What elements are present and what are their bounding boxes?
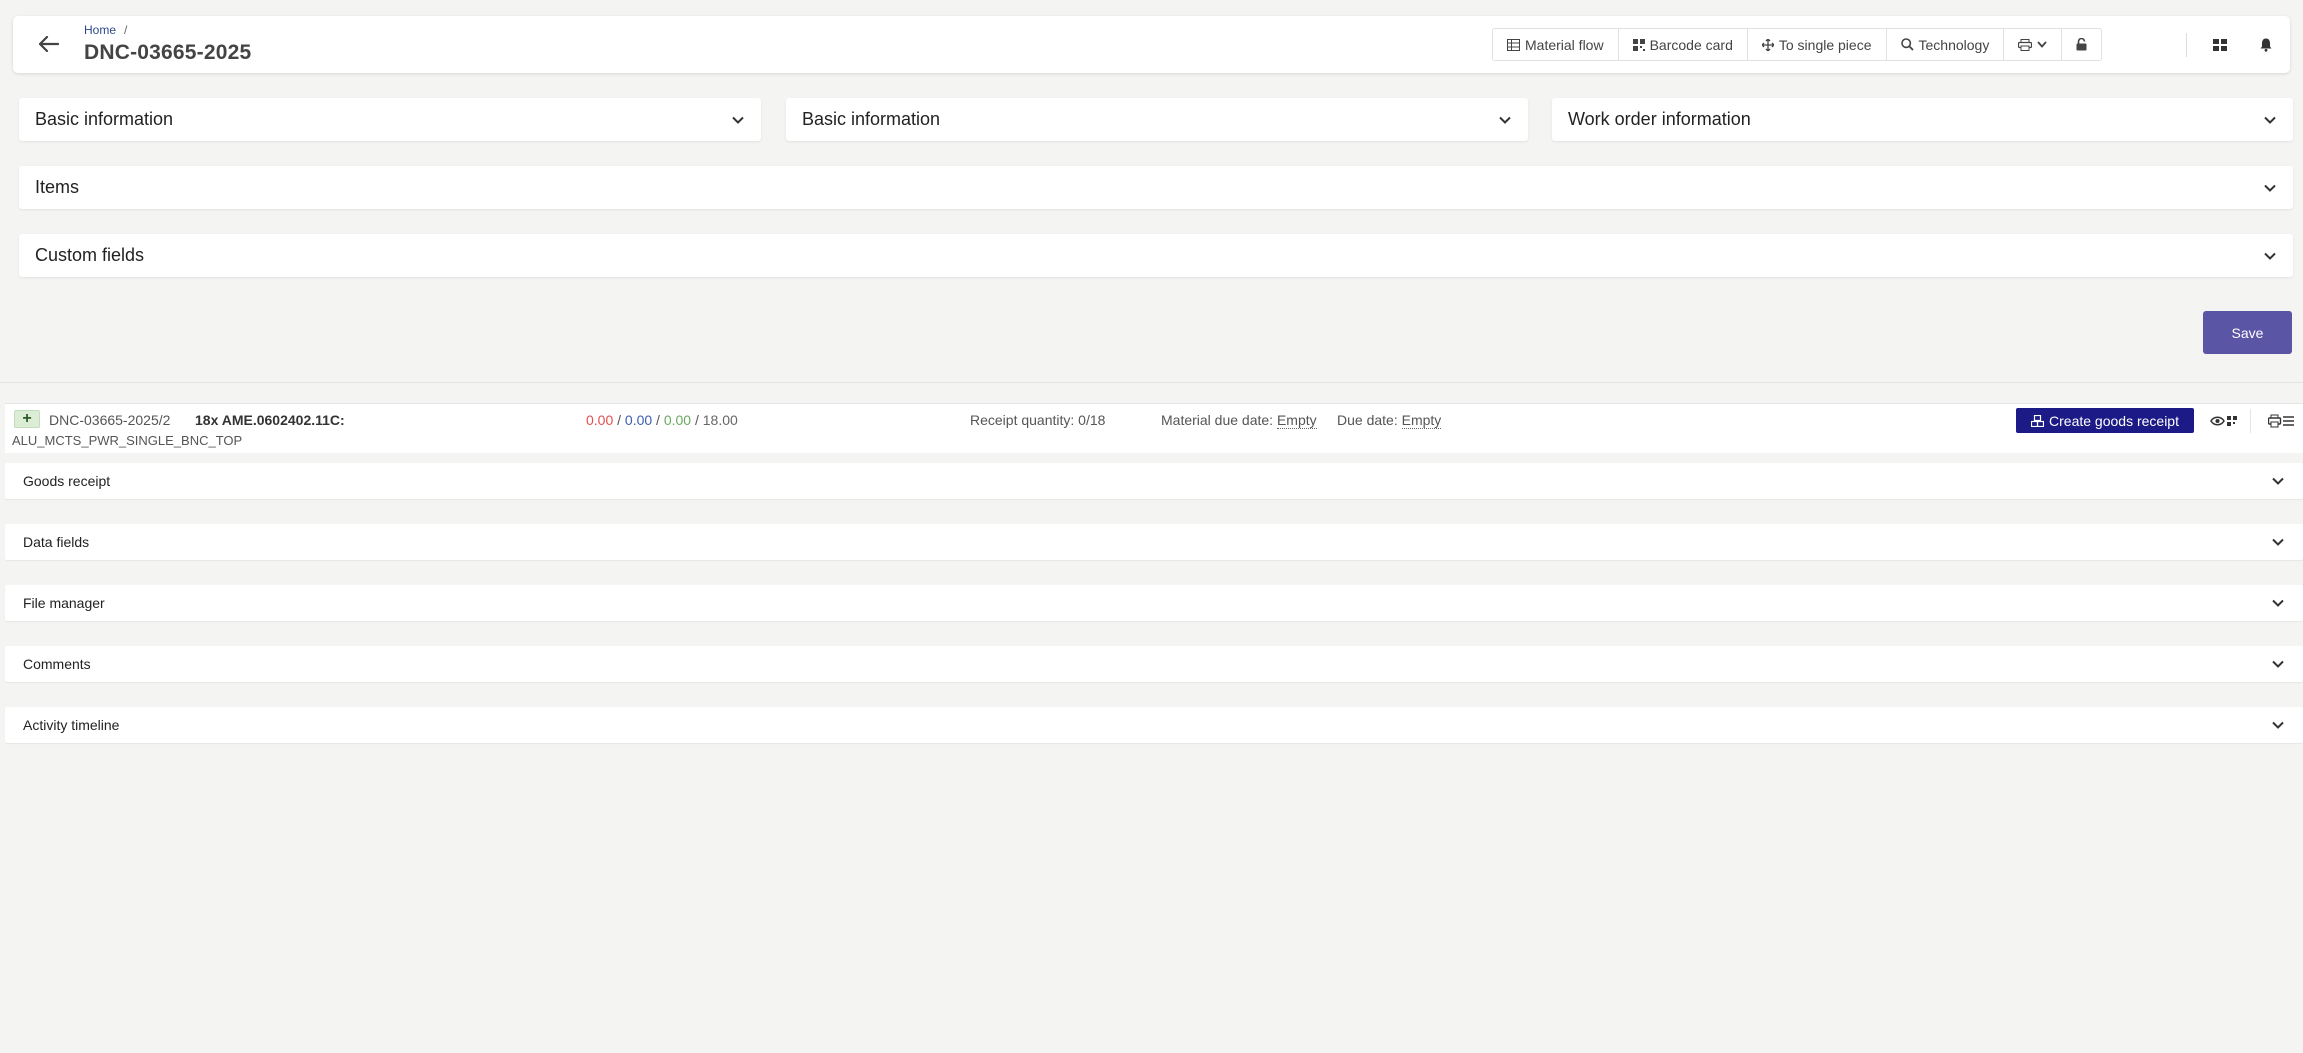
barcode-card-label: Barcode card xyxy=(1649,36,1733,53)
panel-title: Items xyxy=(35,177,80,197)
item-quantity-code: 18x AME.0602402.11C: xyxy=(195,412,345,428)
notifications-button[interactable] xyxy=(2252,33,2280,57)
breadcrumb: Home / xyxy=(84,23,127,37)
bell-icon xyxy=(2260,38,2272,52)
quantity-red: 0.00 xyxy=(586,412,614,428)
chevron-down-icon xyxy=(2272,477,2284,485)
breadcrumb-home[interactable]: Home xyxy=(84,23,116,37)
material-due-date: Material due date: Empty xyxy=(1161,412,1317,429)
quantity-separator: / xyxy=(652,412,664,428)
section-title: Goods receipt xyxy=(23,473,111,489)
expand-item-button[interactable]: + xyxy=(14,410,40,428)
toolbar: Material flow Barcode card To single pie… xyxy=(1492,28,2103,61)
file-manager-section[interactable]: File manager xyxy=(5,585,2303,621)
data-fields-section[interactable]: Data fields xyxy=(5,524,2303,560)
material-flow-label: Material flow xyxy=(1525,36,1604,53)
material-flow-button[interactable]: Material flow xyxy=(1493,29,1619,60)
breadcrumb-separator: / xyxy=(124,23,128,37)
grid-icon xyxy=(2213,39,2227,51)
chevron-down-icon xyxy=(2272,599,2284,607)
items-panel[interactable]: Items xyxy=(19,166,2293,209)
chevron-down-icon xyxy=(1499,116,1511,124)
chevron-down-icon xyxy=(2037,41,2048,48)
quantity-blue: 0.00 xyxy=(624,412,653,428)
quantity-total: 18.00 xyxy=(702,412,738,428)
section-title: Comments xyxy=(23,656,91,672)
section-title: Activity timeline xyxy=(23,717,120,733)
save-button[interactable]: Save xyxy=(2203,311,2292,354)
search-icon xyxy=(1900,38,1914,51)
to-single-piece-button[interactable]: To single piece xyxy=(1748,29,1887,60)
item-id: DNC-03665-2025/2 xyxy=(49,412,171,428)
due-date: Due date: Empty xyxy=(1337,412,1442,429)
section-title: Data fields xyxy=(23,534,90,550)
custom-fields-panel[interactable]: Custom fields xyxy=(19,234,2293,277)
activity-timeline-section[interactable]: Activity timeline xyxy=(5,707,2303,743)
chevron-down-icon xyxy=(2264,184,2276,192)
item-row: + DNC-03665-2025/2 18x AME.0602402.11C: … xyxy=(5,403,2303,453)
quantity-separator: / xyxy=(691,412,703,428)
quantity-green: 0.00 xyxy=(663,412,692,428)
basic-information-panel-1[interactable]: Basic information xyxy=(19,98,761,141)
row-separator xyxy=(2250,409,2251,433)
due-date-value[interactable]: Empty xyxy=(1401,412,1442,429)
material-due-date-label: Material due date: xyxy=(1161,412,1274,428)
due-date-label: Due date: xyxy=(1337,412,1398,428)
chevron-down-icon xyxy=(2264,116,2276,124)
grid-view-button[interactable] xyxy=(2206,33,2234,57)
material-due-date-value[interactable]: Empty xyxy=(1276,412,1317,429)
barcode-icon xyxy=(1632,38,1645,51)
barcode-card-button[interactable]: Barcode card xyxy=(1619,29,1748,60)
chevron-down-icon xyxy=(2272,721,2284,729)
chevron-down-icon xyxy=(732,116,744,124)
item-description: ALU_MCTS_PWR_SINGLE_BNC_TOP xyxy=(12,433,243,448)
quantity-separator: / xyxy=(613,412,625,428)
panel-title: Basic information xyxy=(802,109,941,129)
print-list-icon xyxy=(2268,414,2294,428)
view-barcode-button[interactable] xyxy=(2210,409,2238,433)
top-bar: Home / DNC-03665-2025 Material flow Barco… xyxy=(13,16,2290,73)
print-dropdown-button[interactable] xyxy=(2004,29,2063,60)
divider xyxy=(0,382,2303,383)
lock-icon xyxy=(2076,38,2087,51)
quantity-summary: 0.00 / 0.00 / 0.00 / 18.00 xyxy=(586,412,738,428)
panel-title: Work order information xyxy=(1568,109,1751,129)
chevron-down-icon xyxy=(2272,660,2284,668)
table-icon xyxy=(1507,38,1520,51)
eye-barcode-icon xyxy=(2210,416,2237,426)
comments-section[interactable]: Comments xyxy=(5,646,2303,682)
toolbar-separator xyxy=(2186,33,2187,57)
chevron-down-icon xyxy=(2264,252,2276,260)
page-title: DNC-03665-2025 xyxy=(84,41,252,64)
basic-information-panel-2[interactable]: Basic information xyxy=(786,98,1528,141)
technology-button[interactable]: Technology xyxy=(1887,29,2005,60)
arrows-icon xyxy=(1761,38,1774,51)
section-title: File manager xyxy=(23,595,105,611)
technology-label: Technology xyxy=(1918,36,1990,53)
boxes-icon xyxy=(2031,414,2045,427)
panel-title: Custom fields xyxy=(35,245,145,265)
lock-button[interactable] xyxy=(2062,29,2101,60)
create-goods-receipt-label: Create goods receipt xyxy=(2049,412,2179,429)
chevron-down-icon xyxy=(2272,538,2284,546)
arrow-left-icon xyxy=(39,36,59,52)
panel-title: Basic information xyxy=(35,109,174,129)
to-single-piece-label: To single piece xyxy=(1778,36,1872,53)
create-goods-receipt-button[interactable]: Create goods receipt xyxy=(2016,408,2194,433)
work-order-information-panel[interactable]: Work order information xyxy=(1552,98,2293,141)
receipt-quantity: Receipt quantity: 0/18 xyxy=(970,412,1106,428)
print-list-button[interactable] xyxy=(2268,409,2295,433)
printer-icon xyxy=(2018,38,2033,51)
back-button[interactable] xyxy=(35,30,63,58)
goods-receipt-section[interactable]: Goods receipt xyxy=(5,463,2303,499)
